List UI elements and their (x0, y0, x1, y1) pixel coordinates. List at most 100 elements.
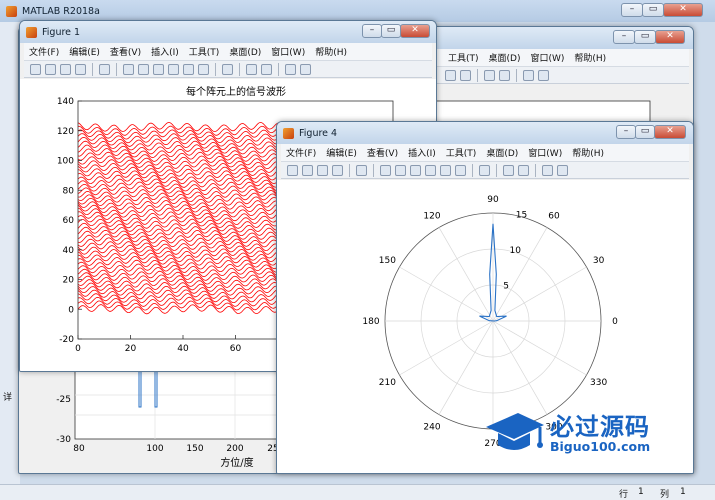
bg-toolbar-separator (477, 68, 478, 82)
f4-zoom-out-icon[interactable] (395, 164, 406, 176)
polar-angle-label: 0 (612, 317, 618, 327)
f1-link-icon[interactable] (222, 63, 233, 75)
f4-menu-insert[interactable]: 插入(I) (403, 146, 441, 159)
f1-menu-insert[interactable]: 插入(I) (146, 45, 184, 58)
f4-menu-tools[interactable]: 工具(T) (441, 146, 482, 159)
f1-separator-3 (215, 62, 216, 76)
figure1-maximize-button[interactable]: ▭ (381, 24, 401, 38)
figure4-maximize-button[interactable]: ▭ (635, 125, 655, 139)
f4-datacursor-icon[interactable] (440, 164, 451, 176)
main-minimize-button[interactable]: – (621, 3, 643, 17)
f4-save-icon[interactable] (317, 164, 328, 176)
f4-print-icon[interactable] (332, 164, 343, 176)
f4-new-icon[interactable] (287, 164, 298, 176)
f1-pointer-icon[interactable] (99, 63, 110, 75)
f1-zoom-out-icon[interactable] (138, 63, 149, 75)
polar-grid-spoke (492, 266, 587, 322)
f4-brush-icon[interactable] (455, 164, 466, 176)
figure1-title: Figure 1 (42, 26, 81, 38)
figure1-close-button[interactable]: ✕ (400, 24, 430, 38)
f4-pointer-icon[interactable] (356, 164, 367, 176)
f1-brush-icon[interactable] (198, 63, 209, 75)
f1-hide-tools-icon[interactable] (285, 63, 296, 75)
bg-legend-icon[interactable] (523, 69, 534, 81)
f1-show-tools-icon[interactable] (300, 63, 311, 75)
polar-radial-labels: 15 10 5 (503, 211, 527, 292)
figure4-minimize-button[interactable]: – (616, 125, 636, 139)
f4-separator-5 (535, 163, 536, 177)
bg-close-button[interactable]: ✕ (655, 30, 685, 44)
f4-show-tools-icon[interactable] (557, 164, 568, 176)
bg-datacursor-icon[interactable] (445, 69, 456, 81)
row-value: 1 (638, 487, 644, 497)
f4-rotate-icon[interactable] (425, 164, 436, 176)
f1-new-icon[interactable] (30, 63, 41, 75)
f1-colorbar-icon[interactable] (246, 63, 257, 75)
bg-maximize-button[interactable]: ▭ (634, 30, 656, 44)
bg-menu-tools[interactable]: 工具(T) (443, 51, 484, 64)
bg-menu-window[interactable]: 窗口(W) (525, 51, 569, 64)
figure4-close-button[interactable]: ✕ (654, 125, 686, 139)
matlab-logo-icon (6, 5, 17, 17)
f1-menu-edit[interactable]: 编辑(E) (64, 45, 105, 58)
f4-open-icon[interactable] (302, 164, 313, 176)
main-maximize-button[interactable]: ▭ (642, 3, 664, 17)
bg-menu-desktop[interactable]: 桌面(D) (484, 51, 526, 64)
f1-open-icon[interactable] (45, 63, 56, 75)
f1-datacursor-icon[interactable] (183, 63, 194, 75)
f4-pan-icon[interactable] (410, 164, 421, 176)
f1-print-icon[interactable] (75, 63, 86, 75)
f1-rotate-icon[interactable] (168, 63, 179, 75)
f4-menu-help[interactable]: 帮助(H) (567, 146, 609, 159)
bg-xlabel: 方位/度 (220, 456, 253, 469)
f1-separator-5 (278, 62, 279, 76)
polar-angle-label: 120 (423, 211, 440, 221)
f1-menu-view[interactable]: 查看(V) (105, 45, 146, 58)
f1-menu-help[interactable]: 帮助(H) (310, 45, 352, 58)
x-tick-label: 60 (230, 344, 242, 354)
f4-menu-view[interactable]: 查看(V) (362, 146, 403, 159)
bg-minimize-button[interactable]: – (613, 30, 635, 44)
main-window-title: MATLAB R2018a (22, 5, 100, 17)
y-tick-label: 120 (57, 127, 74, 137)
f4-menu-desktop[interactable]: 桌面(D) (481, 146, 523, 159)
polar-radial-label: 10 (510, 246, 522, 256)
main-close-button[interactable]: ✕ (663, 3, 703, 17)
polar-angle-label: 240 (423, 423, 440, 433)
f4-menu-edit[interactable]: 编辑(E) (321, 146, 362, 159)
figure1-minimize-button[interactable]: – (362, 24, 382, 38)
f1-save-icon[interactable] (60, 63, 71, 75)
f1-menu-window[interactable]: 窗口(W) (266, 45, 310, 58)
polar-grid-spoke (492, 320, 548, 415)
y-tick-label: 40 (63, 246, 75, 256)
figure1-title-bar: Figure 1 – ▭ ✕ (20, 21, 436, 43)
bg-plottools-icon[interactable] (538, 69, 549, 81)
f1-pan-icon[interactable] (153, 63, 164, 75)
y-tick-label: -20 (59, 335, 74, 345)
f4-menu-file[interactable]: 文件(F) (281, 146, 321, 159)
bg-xtick-80: 80 (73, 444, 85, 454)
f1-menu-desktop[interactable]: 桌面(D) (224, 45, 266, 58)
bg-link-icon[interactable] (484, 69, 495, 81)
bg-brush-icon[interactable] (460, 69, 471, 81)
f4-hide-tools-icon[interactable] (542, 164, 553, 176)
f1-menu-file[interactable]: 文件(F) (24, 45, 64, 58)
bg-menu-help[interactable]: 帮助(H) (569, 51, 611, 64)
polar-angle-label: 60 (548, 211, 560, 221)
f4-link-icon[interactable] (479, 164, 490, 176)
col-value: 1 (680, 487, 686, 497)
f1-zoom-in-icon[interactable] (123, 63, 134, 75)
f4-legend-icon[interactable] (518, 164, 529, 176)
polar-angle-label: 150 (379, 256, 396, 266)
f1-menu-tools[interactable]: 工具(T) (184, 45, 225, 58)
bg-colorbar-icon[interactable] (499, 69, 510, 81)
f4-menu-window[interactable]: 窗口(W) (523, 146, 567, 159)
f4-separator-2 (373, 163, 374, 177)
polar-radial-label: 15 (516, 211, 527, 221)
bg-ytick-neg30: -30 (56, 435, 71, 445)
f4-colorbar-icon[interactable] (503, 164, 514, 176)
bg-ytick-neg25: -25 (56, 395, 71, 405)
f4-separator-4 (496, 163, 497, 177)
f1-legend-icon[interactable] (261, 63, 272, 75)
f4-zoom-in-icon[interactable] (380, 164, 391, 176)
